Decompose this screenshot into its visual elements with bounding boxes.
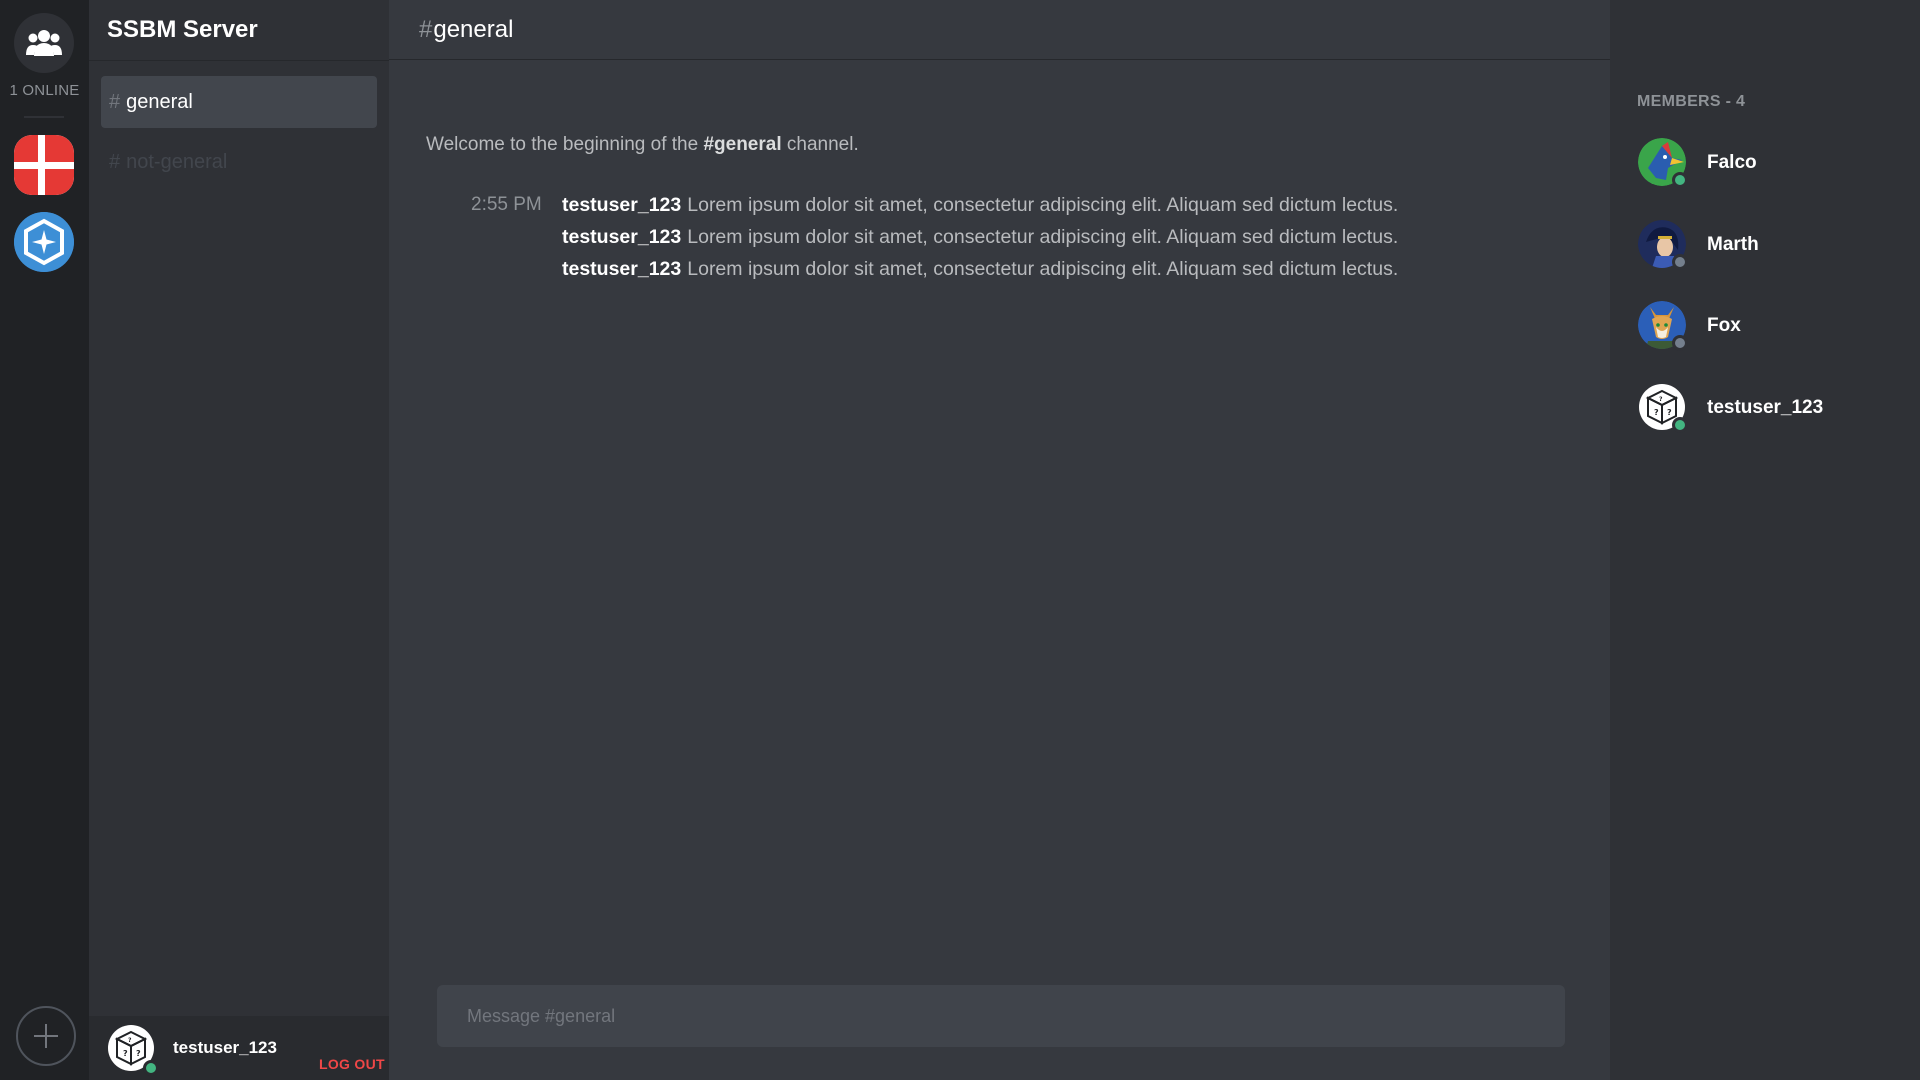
friends-button[interactable] — [14, 13, 74, 73]
message-input[interactable] — [437, 985, 1565, 1047]
message-timestamp: 2:55 PM — [471, 194, 542, 215]
online-count: 1 ONLINE — [9, 82, 80, 99]
message-text: Lorem ipsum dolor sit amet, consectetur … — [687, 258, 1399, 280]
channel-label: not-general — [126, 150, 228, 173]
channel-hash-icon: # — [109, 150, 121, 173]
channel-header: # general — [389, 0, 1610, 60]
logout-button[interactable]: LOG OUT — [319, 1056, 385, 1072]
member-item-falco[interactable]: Falco — [1638, 138, 1898, 188]
welcome-message: Welcome to the beginning of the #general… — [426, 134, 859, 156]
add-server-button[interactable] — [16, 1006, 76, 1066]
channel-hash-icon: # — [109, 90, 121, 113]
plus-icon — [34, 1024, 58, 1048]
smash-bros-logo-icon — [14, 135, 74, 195]
message-row: testuser_123 Lorem ipsum dolor sit amet, … — [562, 194, 1398, 217]
message-text: Lorem ipsum dolor sit amet, consectetur … — [687, 226, 1399, 248]
server-name: SSBM Server — [107, 16, 258, 43]
member-name: Fox — [1707, 315, 1741, 336]
online-status-icon — [1672, 417, 1688, 433]
online-status-icon — [143, 1060, 159, 1076]
message-author[interactable]: testuser_123 — [562, 226, 681, 248]
member-name: Marth — [1707, 234, 1759, 255]
svg-text:?: ? — [1667, 408, 1672, 417]
svg-text:?: ? — [136, 1049, 141, 1058]
message-author[interactable]: testuser_123 — [562, 258, 681, 280]
channel-item-general[interactable]: # general — [101, 76, 377, 128]
page-title: general — [433, 15, 514, 43]
message-row: testuser_123 Lorem ipsum dolor sit amet, … — [562, 226, 1398, 249]
chat-area: # general Welcome to the beginning of th… — [389, 0, 1610, 1080]
sidebar-header-divider — [89, 60, 389, 61]
channel-hash-icon: # — [419, 15, 433, 43]
message-composer — [437, 985, 1565, 1047]
message-text: Lorem ipsum dolor sit amet, consectetur … — [687, 194, 1399, 216]
member-item-testuser[interactable]: ? ? ? testuser_123 — [1638, 383, 1898, 433]
user-panel: ? ? ? testuser_123 LOG OUT — [89, 1016, 389, 1080]
message-row: testuser_123 Lorem ipsum dolor sit amet, … — [562, 258, 1398, 281]
member-name: testuser_123 — [1707, 397, 1824, 418]
current-username: testuser_123 — [173, 1038, 277, 1057]
offline-status-icon — [1672, 335, 1688, 351]
channel-label: general — [126, 90, 193, 113]
svg-text:?: ? — [1654, 408, 1659, 417]
online-status-icon — [1672, 172, 1688, 188]
member-name: Falco — [1707, 152, 1757, 173]
rail-divider — [24, 116, 64, 118]
channel-sidebar: SSBM Server # general # not-general ? ? … — [89, 0, 389, 1080]
member-item-fox[interactable]: Fox — [1638, 301, 1898, 351]
server-icon-ssbm[interactable] — [14, 135, 74, 195]
channel-item-not-general[interactable]: # not-general — [101, 136, 377, 188]
star-emblem-icon — [14, 212, 74, 272]
offline-status-icon — [1672, 254, 1688, 270]
welcome-prefix: Welcome to the beginning of the — [426, 134, 704, 155]
avatar[interactable]: ? ? ? — [107, 1024, 159, 1076]
welcome-channel: #general — [703, 134, 782, 155]
message-author[interactable]: testuser_123 — [562, 194, 681, 216]
svg-text:?: ? — [123, 1049, 128, 1058]
server-rail: 1 ONLINE — [0, 0, 89, 1080]
svg-text:?: ? — [1659, 396, 1663, 403]
members-heading: MEMBERS - 4 — [1637, 93, 1746, 110]
svg-text:?: ? — [128, 1037, 132, 1044]
members-sidebar: MEMBERS - 4 Falco Marth Fox ? ? ? testus… — [1610, 0, 1920, 1080]
member-item-marth[interactable]: Marth — [1638, 220, 1898, 270]
welcome-suffix: channel. — [781, 134, 859, 155]
server-icon-2[interactable] — [14, 212, 74, 272]
users-icon — [26, 30, 62, 56]
